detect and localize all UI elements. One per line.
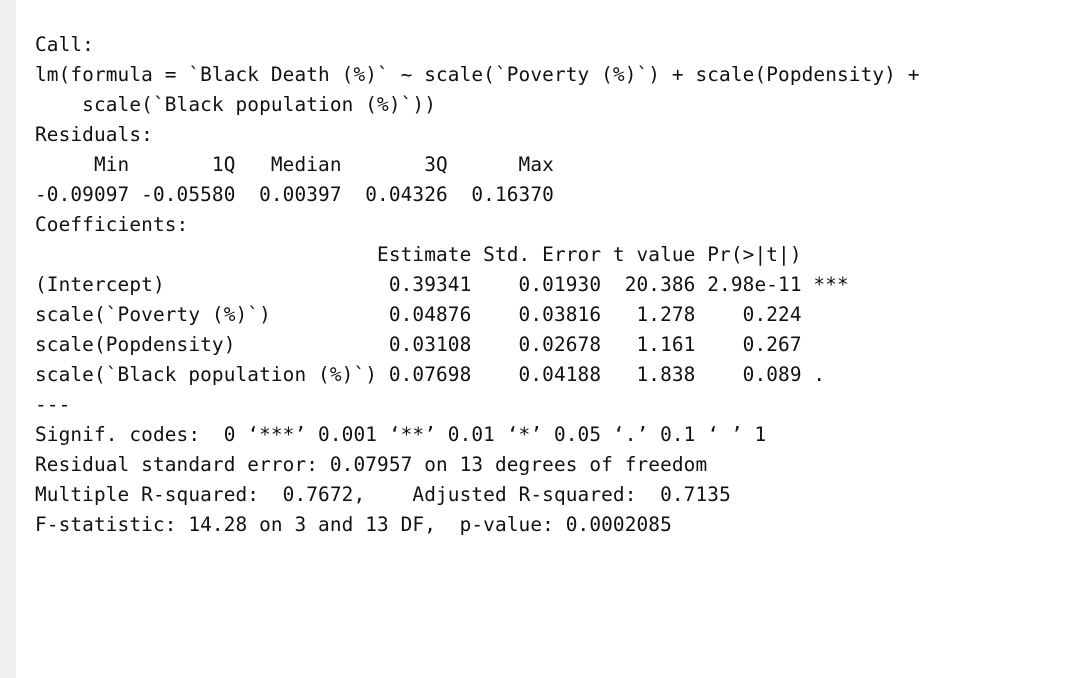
coefficient-row: scale(`Poverty (%)`) 0.04876 0.03816 1.2… — [35, 303, 849, 326]
coefficients-label: Coefficients: — [35, 213, 189, 236]
f-statistic-line: F-statistic: 14.28 on 3 and 13 DF, p-val… — [35, 513, 672, 536]
separator: --- — [35, 393, 71, 416]
signif-codes: Signif. codes: 0 ‘***’ 0.001 ‘**’ 0.01 ‘… — [35, 423, 767, 446]
console-output: Call: lm(formula = `Black Death (%)` ~ s… — [35, 30, 931, 540]
coefficient-row: (Intercept) 0.39341 0.01930 20.386 2.98e… — [35, 273, 849, 296]
coefficient-row: scale(Popdensity) 0.03108 0.02678 1.161 … — [35, 333, 849, 356]
console-gutter — [0, 0, 16, 678]
r-squared-line: Multiple R-squared: 0.7672, Adjusted R-s… — [35, 483, 743, 506]
console-window: Call: lm(formula = `Black Death (%)` ~ s… — [0, 0, 1068, 678]
coefficients-header: Estimate Std. Error t value Pr(>|t|) — [35, 243, 849, 266]
residuals-values: -0.09097 -0.05580 0.00397 0.04326 0.1637… — [35, 183, 566, 206]
call-formula-line-1: lm(formula = `Black Death (%)` ~ scale(`… — [35, 63, 932, 86]
call-formula-line-2: scale(`Black population (%)`)) — [35, 93, 437, 116]
residuals-label: Residuals: — [35, 123, 153, 146]
call-label: Call: — [35, 33, 94, 56]
residual-standard-error: Residual standard error: 0.07957 on 13 d… — [35, 453, 708, 476]
residuals-header: Min 1Q Median 3Q Max — [35, 153, 566, 176]
coefficient-row: scale(`Black population (%)`) 0.07698 0.… — [35, 363, 849, 386]
